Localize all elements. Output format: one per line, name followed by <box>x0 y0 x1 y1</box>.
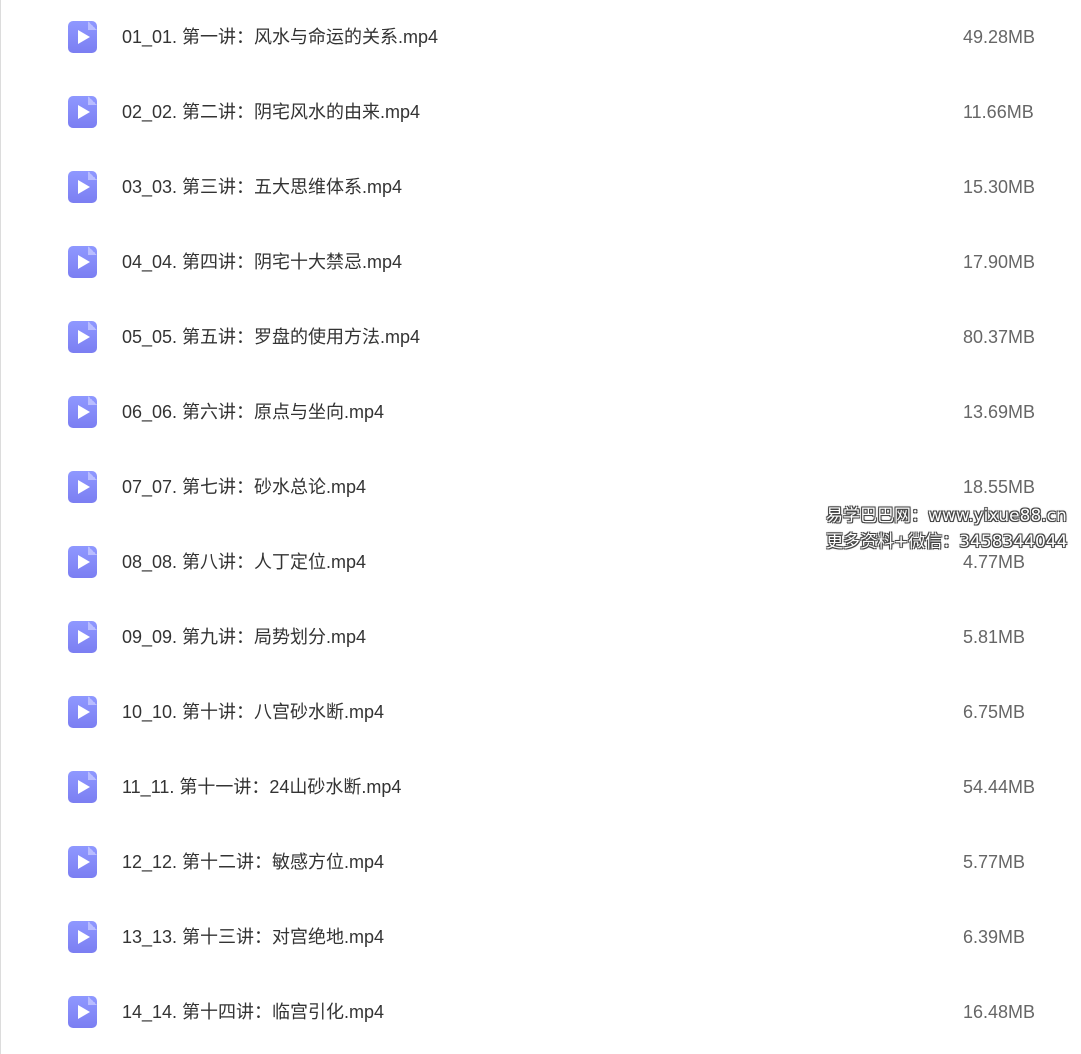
file-size: 15.30MB <box>963 177 1036 197</box>
video-file-icon <box>68 996 97 1028</box>
file-row[interactable]: 01_01. 第一讲：风水与命运的关系.mp4 49.28MB <box>0 0 1081 75</box>
watermark: 易学巴巴网：www.yixue88.cn 更多资料+微信：3458344044 <box>826 503 1067 555</box>
file-name[interactable]: 14_14. 第十四讲：临宫引化.mp4 <box>122 1000 384 1024</box>
file-name[interactable]: 11_11. 第十一讲：24山砂水断.mp4 <box>122 775 401 799</box>
video-file-icon <box>68 246 97 278</box>
file-row[interactable]: 12_12. 第十二讲：敏感方位.mp4 5.77MB <box>0 825 1081 900</box>
file-name[interactable]: 09_09. 第九讲：局势划分.mp4 <box>122 625 366 649</box>
file-name[interactable]: 01_01. 第一讲：风水与命运的关系.mp4 <box>122 25 438 49</box>
file-row[interactable]: 09_09. 第九讲：局势划分.mp4 5.81MB <box>0 600 1081 675</box>
file-size: 16.48MB <box>963 1002 1036 1022</box>
file-row[interactable]: 02_02. 第二讲：阴宅风水的由来.mp4 11.66MB <box>0 75 1081 150</box>
video-file-icon <box>68 771 97 803</box>
file-size: 13.69MB <box>963 402 1036 422</box>
video-file-icon <box>68 21 97 53</box>
file-name[interactable]: 04_04. 第四讲：阴宅十大禁忌.mp4 <box>122 250 402 274</box>
file-size: 18.55MB <box>963 477 1036 497</box>
video-file-icon <box>68 621 97 653</box>
video-file-icon <box>68 546 97 578</box>
file-row[interactable]: 11_11. 第十一讲：24山砂水断.mp4 54.44MB <box>0 750 1081 825</box>
video-file-icon <box>68 171 97 203</box>
watermark-line-contact: 更多资料+微信：3458344044 <box>826 532 1068 552</box>
video-file-icon <box>68 921 97 953</box>
file-name[interactable]: 10_10. 第十讲：八宫砂水断.mp4 <box>122 700 384 724</box>
file-name[interactable]: 13_13. 第十三讲：对宫绝地.mp4 <box>122 925 384 949</box>
file-size: 5.77MB <box>963 852 1026 872</box>
video-file-icon <box>68 696 97 728</box>
file-size: 54.44MB <box>963 777 1036 797</box>
file-size: 6.75MB <box>963 702 1026 722</box>
file-name[interactable]: 05_05. 第五讲：罗盘的使用方法.mp4 <box>122 325 420 349</box>
file-size: 6.39MB <box>963 927 1026 947</box>
file-size: 49.28MB <box>963 27 1036 47</box>
file-row[interactable]: 03_03. 第三讲：五大思维体系.mp4 15.30MB <box>0 150 1081 225</box>
file-name[interactable]: 02_02. 第二讲：阴宅风水的由来.mp4 <box>122 100 420 124</box>
file-size: 5.81MB <box>963 627 1026 647</box>
file-row[interactable]: 06_06. 第六讲：原点与坐向.mp4 13.69MB <box>0 375 1081 450</box>
file-size: 11.66MB <box>963 102 1034 122</box>
file-row[interactable]: 04_04. 第四讲：阴宅十大禁忌.mp4 17.90MB <box>0 225 1081 300</box>
video-file-icon <box>68 471 97 503</box>
file-size: 17.90MB <box>963 252 1036 272</box>
file-name[interactable]: 06_06. 第六讲：原点与坐向.mp4 <box>122 400 384 424</box>
watermark-line-site: 易学巴巴网：www.yixue88.cn <box>826 506 1067 526</box>
file-name[interactable]: 07_07. 第七讲：砂水总论.mp4 <box>122 475 366 499</box>
file-row[interactable]: 05_05. 第五讲：罗盘的使用方法.mp4 80.37MB <box>0 300 1081 375</box>
video-file-icon <box>68 96 97 128</box>
video-file-icon <box>68 321 97 353</box>
video-file-icon <box>68 846 97 878</box>
file-row[interactable]: 14_14. 第十四讲：临宫引化.mp4 16.48MB <box>0 975 1081 1050</box>
video-file-icon <box>68 396 97 428</box>
file-size: 80.37MB <box>963 327 1036 347</box>
file-name[interactable]: 08_08. 第八讲：人丁定位.mp4 <box>122 550 366 574</box>
file-name[interactable]: 12_12. 第十二讲：敏感方位.mp4 <box>122 850 384 874</box>
file-row[interactable]: 10_10. 第十讲：八宫砂水断.mp4 6.75MB <box>0 675 1081 750</box>
file-name[interactable]: 03_03. 第三讲：五大思维体系.mp4 <box>122 175 402 199</box>
file-row[interactable]: 13_13. 第十三讲：对宫绝地.mp4 6.39MB <box>0 900 1081 975</box>
